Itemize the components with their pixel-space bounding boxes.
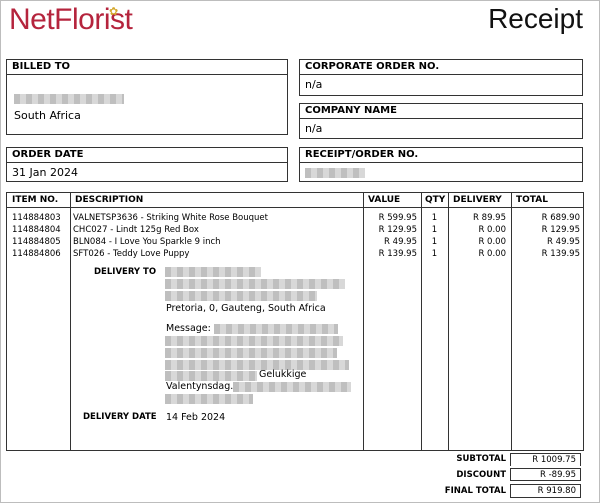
- col-description: DESCRIPTION: [75, 195, 144, 205]
- delivery-date-value: 14 Feb 2024: [166, 412, 226, 423]
- order-date-label: ORDER DATE: [7, 148, 287, 163]
- item-no: 114884803: [12, 213, 61, 223]
- corporate-order-label: CORPORATE ORDER NO.: [300, 60, 582, 75]
- receipt-page: NetFlorist ✿ Receipt BILLED TO South Afr…: [0, 0, 600, 503]
- item-value: R 49.95: [384, 237, 417, 247]
- redacted-name: [14, 93, 124, 104]
- subtotal-label: SUBTOTAL: [456, 454, 506, 464]
- corporate-order-box: CORPORATE ORDER NO. n/a: [299, 59, 583, 96]
- item-no: 114884806: [12, 249, 61, 259]
- discount-label: DISCOUNT: [456, 470, 506, 480]
- corporate-order-value: n/a: [305, 78, 323, 91]
- item-qty: 1: [431, 213, 438, 223]
- item-description: CHC027 - Lindt 125g Red Box: [73, 225, 199, 235]
- item-value: R 139.95: [378, 249, 417, 259]
- col-delivery: DELIVERY: [453, 195, 502, 205]
- delivery-address: Pretoria, 0, Gauteng, South Africa: [166, 303, 326, 314]
- col-value: VALUE: [368, 195, 401, 205]
- item-total: R 129.95: [541, 225, 580, 235]
- redacted-address-line: [165, 267, 261, 277]
- table-row: 114884805 BLN084 - I Love You Sparkle 9 …: [7, 237, 583, 249]
- receipt-no-label: RECEIPT/ORDER NO.: [300, 148, 582, 163]
- message-text: Gelukkige: [259, 369, 307, 380]
- billed-to-country: South Africa: [14, 109, 81, 122]
- message-label: Message:: [166, 323, 211, 334]
- redacted-message: [214, 324, 338, 334]
- items-table: ITEM NO. DESCRIPTION VALUE QTY DELIVERY …: [6, 192, 584, 451]
- item-description: BLN084 - I Love You Sparkle 9 inch: [73, 237, 221, 247]
- table-row: 114884803 VALNETSP3636 - Striking White …: [7, 213, 583, 225]
- redacted-message: [165, 348, 337, 358]
- redacted-address-line: [165, 279, 345, 289]
- delivery-to-label: DELIVERY TO: [94, 267, 157, 277]
- item-qty: 1: [431, 249, 438, 259]
- item-total: R 689.90: [541, 213, 580, 223]
- item-delivery: R 0.00: [478, 237, 506, 247]
- item-no: 114884804: [12, 225, 61, 235]
- table-row: 114884804 CHC027 - Lindt 125g Red Box R …: [7, 225, 583, 237]
- item-description: SFT026 - Teddy Love Puppy: [73, 249, 190, 259]
- redacted-message: [165, 394, 253, 404]
- item-description: VALNETSP3636 - Striking White Rose Bouqu…: [73, 213, 268, 223]
- redacted-message: [165, 336, 343, 346]
- item-delivery: R 0.00: [478, 249, 506, 259]
- company-name-box: COMPANY NAME n/a: [299, 103, 583, 139]
- company-name-value: n/a: [305, 122, 323, 135]
- redacted-message: [233, 382, 351, 392]
- item-qty: 1: [431, 237, 438, 247]
- redacted-address-line: [165, 291, 317, 301]
- redacted-message: [165, 371, 257, 381]
- col-qty: QTY: [425, 195, 446, 205]
- final-total-label: FINAL TOTAL: [444, 486, 506, 496]
- message-text: Valentynsdag.: [166, 381, 234, 392]
- redacted-message: [165, 360, 349, 370]
- item-qty: 1: [431, 225, 438, 235]
- page-title: Receipt: [488, 3, 583, 34]
- flower-icon: ✿: [109, 5, 119, 18]
- item-value: R 599.95: [378, 213, 417, 223]
- redacted-receipt-no: [305, 168, 365, 178]
- item-total: R 139.95: [541, 249, 580, 259]
- item-delivery: R 89.95: [473, 213, 506, 223]
- final-total-value: R 919.80: [510, 484, 581, 498]
- item-no: 114884805: [12, 237, 61, 247]
- discount-value: R -89.95: [510, 468, 581, 481]
- order-date-value: 31 Jan 2024: [12, 166, 78, 179]
- company-name-label: COMPANY NAME: [300, 104, 582, 119]
- delivery-date-label: DELIVERY DATE: [83, 412, 157, 422]
- billed-to-box: BILLED TO South Africa: [6, 59, 288, 135]
- billed-to-label: BILLED TO: [7, 60, 287, 75]
- col-total: TOTAL: [516, 195, 548, 205]
- receipt-no-box: RECEIPT/ORDER NO.: [299, 147, 583, 182]
- table-header: ITEM NO. DESCRIPTION VALUE QTY DELIVERY …: [7, 193, 583, 208]
- order-date-box: ORDER DATE 31 Jan 2024: [6, 147, 288, 182]
- col-item-no: ITEM NO.: [12, 195, 59, 205]
- item-delivery: R 0.00: [478, 225, 506, 235]
- table-row: 114884806 SFT026 - Teddy Love Puppy R 13…: [7, 249, 583, 261]
- item-value: R 129.95: [378, 225, 417, 235]
- item-total: R 49.95: [547, 237, 580, 247]
- subtotal-value: R 1009.75: [510, 453, 581, 466]
